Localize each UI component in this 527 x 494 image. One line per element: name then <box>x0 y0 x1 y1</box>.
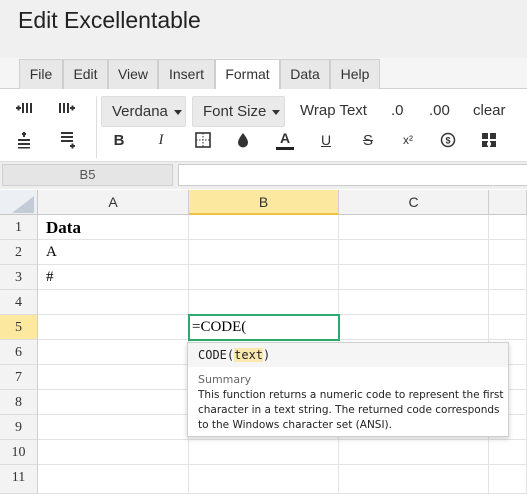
chevron-down-icon <box>173 109 182 115</box>
font-size-dropdown[interactable]: Font Size <box>192 96 285 127</box>
insert-column-left-icon[interactable] <box>12 98 36 122</box>
font-size-value: Font Size <box>203 103 267 120</box>
cell-d10[interactable] <box>489 440 527 465</box>
cell-b2[interactable] <box>189 240 339 265</box>
font-color-swatch <box>276 146 294 150</box>
column-header-a[interactable]: A <box>38 190 189 215</box>
cell-c10[interactable] <box>339 440 489 465</box>
cell-a9[interactable] <box>38 415 189 440</box>
column-header-d[interactable] <box>489 190 527 215</box>
merge-cells-icon[interactable] <box>477 128 501 152</box>
cell-d3[interactable] <box>489 265 527 290</box>
row-header-4[interactable]: 4 <box>0 290 38 315</box>
cell-a2[interactable]: A <box>38 240 189 265</box>
function-param: text <box>234 348 264 362</box>
cell-c1[interactable] <box>339 215 489 240</box>
row-header-7[interactable]: 7 <box>0 365 38 390</box>
strikethrough-button[interactable]: S <box>356 128 380 152</box>
cell-c5[interactable] <box>339 315 489 340</box>
cell-c2[interactable] <box>339 240 489 265</box>
column-header-c[interactable]: C <box>339 190 489 215</box>
tab-data[interactable]: Data <box>280 59 330 89</box>
cell-d11[interactable] <box>489 465 527 494</box>
italic-button[interactable]: I <box>149 128 173 152</box>
cell-c11[interactable] <box>339 465 489 494</box>
chevron-down-icon <box>272 109 281 115</box>
borders-icon[interactable] <box>191 128 215 152</box>
cell-a11[interactable] <box>38 465 189 494</box>
font-color-letter: A <box>279 129 291 146</box>
bold-button[interactable]: B <box>107 128 131 152</box>
cell-c3[interactable] <box>339 265 489 290</box>
function-signature: CODE(text) <box>188 343 508 367</box>
insert-row-above-icon[interactable] <box>12 128 36 152</box>
fill-color-icon[interactable] <box>231 128 255 152</box>
select-all-triangle-icon <box>12 196 34 213</box>
cell-b11[interactable] <box>189 465 339 494</box>
tab-insert[interactable]: Insert <box>158 59 215 89</box>
font-family-value: Verdana <box>112 103 168 120</box>
cell-b10[interactable] <box>189 440 339 465</box>
tab-file[interactable]: File <box>19 59 63 89</box>
app-title: Edit Excellentable <box>18 7 201 33</box>
cell-a3[interactable]: # <box>38 265 189 290</box>
clear-button[interactable]: clear <box>473 96 506 127</box>
tab-format[interactable]: Format <box>215 59 280 90</box>
row-header-6[interactable]: 6 <box>0 340 38 365</box>
cell-b4[interactable] <box>189 290 339 315</box>
row-header-5[interactable]: 5 <box>0 315 38 340</box>
cell-a6[interactable] <box>38 340 189 365</box>
insert-row-below-icon[interactable] <box>55 128 79 152</box>
tab-edit[interactable]: Edit <box>63 59 108 89</box>
row-header-11[interactable]: 11 <box>0 465 38 494</box>
currency-icon[interactable]: $ <box>436 128 460 152</box>
cell-a4[interactable] <box>38 290 189 315</box>
cell-a8[interactable] <box>38 390 189 415</box>
function-name: CODE( <box>198 348 235 362</box>
wrap-text-button[interactable]: Wrap Text <box>300 96 367 127</box>
function-tooltip: CODE(text) Summary This function returns… <box>187 342 509 437</box>
cell-b5-editor[interactable]: =CODE( <box>188 314 340 341</box>
tab-view[interactable]: View <box>108 59 158 89</box>
row-header-3[interactable]: 3 <box>0 265 38 290</box>
cell-c4[interactable] <box>339 290 489 315</box>
superscript-button[interactable]: x² <box>396 128 420 152</box>
cell-d5[interactable] <box>489 315 527 340</box>
cell-a1[interactable]: Data <box>38 215 189 240</box>
cell-a10[interactable] <box>38 440 189 465</box>
toolbar-separator <box>96 96 97 158</box>
row-header-10[interactable]: 10 <box>0 440 38 465</box>
row-header-9[interactable]: 9 <box>0 415 38 440</box>
row-header-1[interactable]: 1 <box>0 215 38 240</box>
font-family-dropdown[interactable]: Verdana <box>101 96 186 127</box>
increase-decimal-button[interactable]: .00 <box>429 96 450 127</box>
tooltip-description: This function returns a numeric code to … <box>198 389 504 431</box>
tooltip-summary-label: Summary <box>198 373 252 386</box>
cell-b3[interactable] <box>189 265 339 290</box>
tab-help[interactable]: Help <box>330 59 380 89</box>
row-header-8[interactable]: 8 <box>0 390 38 415</box>
font-color-button[interactable]: A <box>273 128 297 152</box>
row-header-2[interactable]: 2 <box>0 240 38 265</box>
cell-d2[interactable] <box>489 240 527 265</box>
cell-a7[interactable] <box>38 365 189 390</box>
decrease-decimal-button[interactable]: .0 <box>391 96 404 127</box>
cell-b1[interactable] <box>189 215 339 240</box>
formula-input[interactable] <box>178 164 527 186</box>
name-box[interactable]: B5 <box>2 164 173 186</box>
svg-text:$: $ <box>445 136 450 146</box>
function-close-paren: ) <box>263 348 271 362</box>
cell-d1[interactable] <box>489 215 527 240</box>
cell-a5[interactable] <box>38 315 189 340</box>
cell-d4[interactable] <box>489 290 527 315</box>
insert-column-right-icon[interactable] <box>55 98 79 122</box>
column-header-b[interactable]: B <box>189 190 339 215</box>
app-header: Edit Excellentable <box>0 0 527 58</box>
underline-button[interactable]: U <box>314 128 338 152</box>
